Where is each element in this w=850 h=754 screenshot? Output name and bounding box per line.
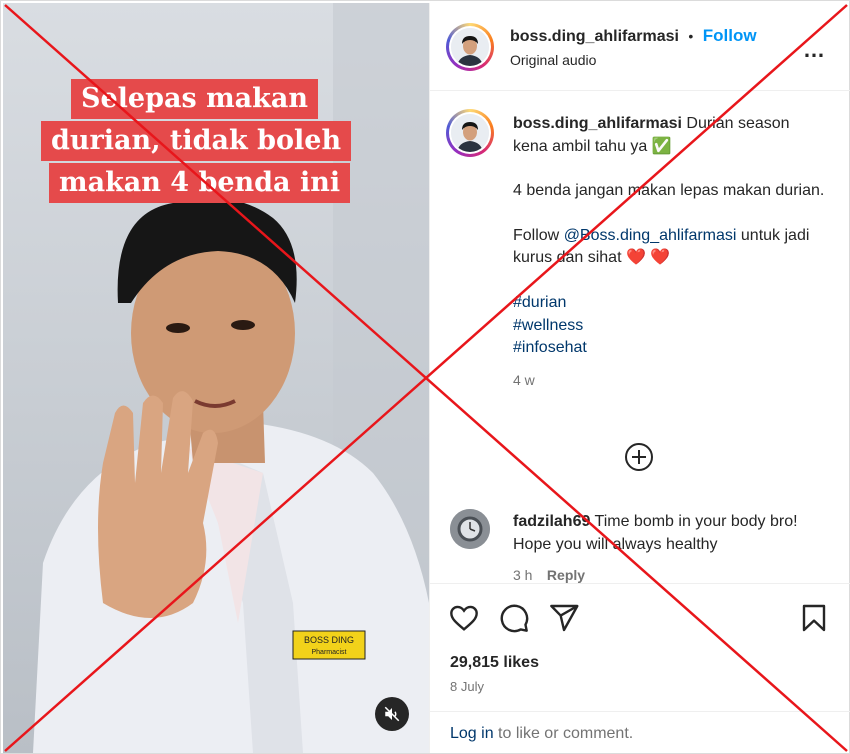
caption-author-avatar[interactable] — [446, 109, 494, 157]
avatar-photo — [451, 28, 489, 66]
reel-video[interactable]: BOSS DING Pharmacist Selepas makan duria… — [3, 3, 429, 753]
post-age: 4 w — [513, 371, 535, 388]
more-options-icon[interactable]: … — [803, 37, 826, 63]
caption-line-3: makan 4 benda ini — [49, 163, 351, 203]
author-username[interactable]: boss.ding_ahlifarmasi — [510, 28, 679, 45]
save-button[interactable] — [798, 602, 830, 634]
speaker-muted-icon — [384, 706, 400, 722]
plus-circle-icon — [625, 443, 653, 471]
hashtag-durian[interactable]: #durian — [513, 292, 833, 315]
mention-link[interactable]: @Boss.ding_ahlifarmasi — [564, 227, 737, 244]
post-header: boss.ding_ahlifarmasi • Follow Original … — [430, 3, 850, 91]
follow-prefix: Follow — [513, 226, 560, 244]
instagram-post-embed: BOSS DING Pharmacist Selepas makan duria… — [0, 0, 850, 754]
caption-line-2-text: kena ambil tahu ya — [513, 137, 648, 155]
bookmark-icon — [802, 604, 826, 632]
caption-paragraph-2: 4 benda jangan makan lepas makan durian. — [513, 182, 825, 200]
login-link[interactable]: Log in — [450, 725, 494, 742]
hashtag-wellness[interactable]: #wellness — [513, 315, 833, 338]
post-caption: boss.ding_ahlifarmasi Durian season kena… — [513, 113, 833, 391]
header-separator: • — [688, 28, 694, 44]
caption-line-1-text: Durian season — [686, 115, 790, 132]
share-button[interactable] — [548, 602, 580, 634]
hearts-emoji: ❤️ ❤️ — [625, 249, 671, 267]
follow-button[interactable]: Follow — [703, 26, 757, 45]
badge-name: BOSS DING — [304, 635, 354, 645]
badge-title: Pharmacist — [311, 649, 346, 656]
comment-age: 3 h — [513, 567, 533, 584]
avatar-photo — [451, 114, 489, 152]
caption-line-1: Selepas makan — [71, 79, 318, 119]
like-button[interactable] — [448, 602, 480, 634]
comment-icon — [500, 604, 529, 633]
comments-section: boss.ding_ahlifarmasi Durian season kena… — [430, 91, 850, 583]
likes-count[interactable]: 29,815 likes — [450, 654, 539, 672]
mute-button[interactable] — [375, 697, 409, 731]
login-suffix: to like or comment. — [498, 725, 634, 742]
post-date: 8 July — [450, 679, 484, 694]
author-avatar[interactable] — [446, 23, 494, 71]
post-panel: boss.ding_ahlifarmasi • Follow Original … — [429, 3, 850, 753]
load-more-comments-button[interactable] — [622, 440, 656, 474]
share-icon — [550, 604, 579, 632]
post-actions: 29,815 likes 8 July — [430, 583, 850, 711]
comment-button[interactable] — [498, 602, 530, 634]
caption-username[interactable]: boss.ding_ahlifarmasi — [513, 115, 682, 132]
audio-label[interactable]: Original audio — [510, 52, 596, 68]
comment-item: fadzilah69 Time bomb in your body bro! H… — [513, 511, 833, 588]
hashtag-infosehat[interactable]: #infosehat — [513, 337, 833, 360]
watch-photo-icon — [450, 509, 490, 549]
commenter-username[interactable]: fadzilah69 — [513, 513, 590, 530]
checkmark-emoji: ✅ — [651, 137, 672, 155]
commenter-avatar[interactable] — [450, 509, 490, 549]
login-prompt: Log in to like or comment. — [430, 711, 850, 753]
caption-line-2: durian, tidak boleh — [41, 121, 352, 161]
reply-button[interactable]: Reply — [547, 567, 585, 583]
heart-icon — [450, 605, 478, 631]
